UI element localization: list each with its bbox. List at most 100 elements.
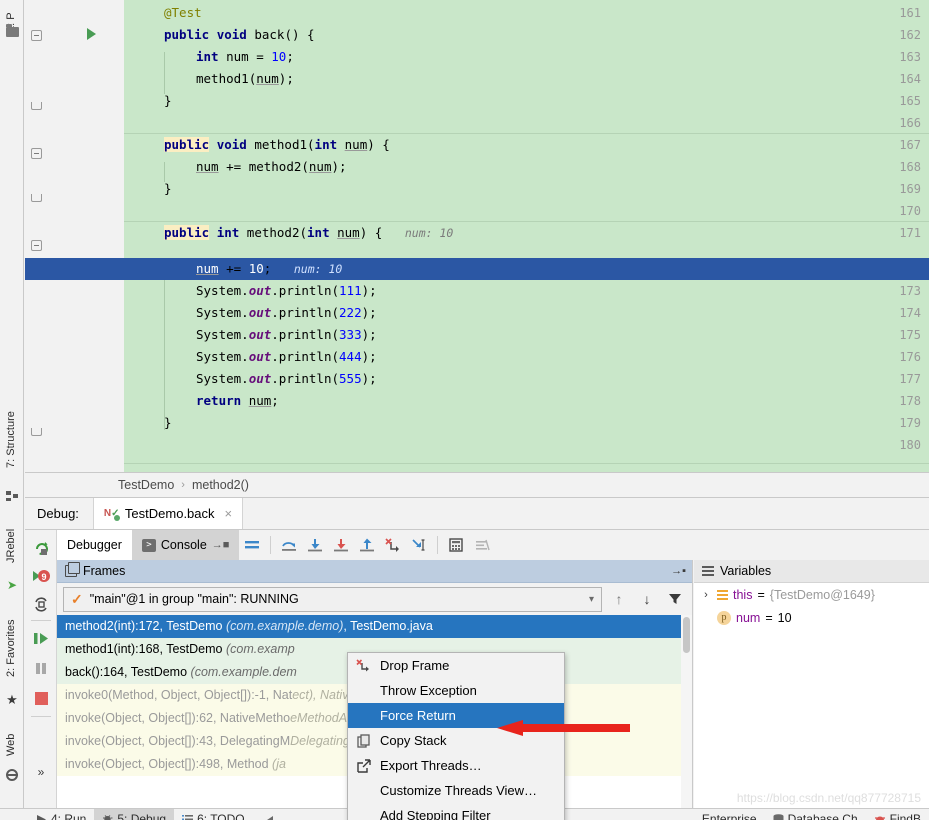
rerun-button[interactable] <box>29 536 53 560</box>
code-line[interactable]: method1(num); <box>196 68 929 90</box>
tab-debugger[interactable]: Debugger <box>57 530 132 560</box>
fold-marker[interactable] <box>31 30 42 41</box>
code-line[interactable]: public void method1(int num) { <box>164 134 929 156</box>
bottom-tab-todo[interactable]: 6: TODO <box>174 809 253 820</box>
thread-selector-value: "main"@1 in group "main": RUNNING <box>89 592 299 606</box>
id-system: System <box>196 305 242 320</box>
bottom-tab-debug[interactable]: 5: Debug <box>94 809 175 820</box>
code-line[interactable]: System.out.println(333); <box>196 324 929 346</box>
variable-row-num[interactable]: p num = 10 <box>694 606 929 629</box>
pin-tab-icon[interactable]: →■ <box>212 539 230 551</box>
frame-down-button[interactable]: ↓ <box>636 588 658 610</box>
code-line[interactable]: return num; <box>196 390 929 412</box>
bottom-tab-terminal[interactable] <box>253 809 282 820</box>
frame-file: , TestDemo.java <box>343 619 433 633</box>
restart-button[interactable] <box>29 592 53 616</box>
lit-111: 111 <box>339 283 362 298</box>
frames-scrollbar[interactable] <box>681 615 692 809</box>
bottom-tab-enterprise[interactable]: Enterprise <box>694 809 765 820</box>
code-line[interactable]: num += method2(num); <box>196 156 929 178</box>
editor-fold-column[interactable] <box>99 0 124 472</box>
sidebar-item-jrebel[interactable]: JRebel <box>0 520 23 572</box>
id-method1: method1 <box>254 137 308 152</box>
svg-text:9: 9 <box>41 572 46 582</box>
drop-frame-button[interactable] <box>380 532 406 558</box>
force-step-into-button[interactable] <box>328 532 354 558</box>
breadcrumb-class[interactable]: TestDemo <box>118 478 174 492</box>
lit-222: 222 <box>339 305 362 320</box>
structure-icon[interactable] <box>4 489 20 503</box>
fold-marker[interactable] <box>31 148 42 159</box>
resume-program-button[interactable] <box>29 626 53 650</box>
menu-item-customize-threads-view[interactable]: Customize Threads View… <box>348 778 564 803</box>
frame-package: (ja <box>272 757 286 771</box>
breadcrumb-method[interactable]: method2() <box>192 478 249 492</box>
code-line-current[interactable]: num += 10; num: 10 <box>25 258 929 280</box>
thread-selector[interactable]: ✓ "main"@1 in group "main": RUNNING ▾ <box>63 586 602 612</box>
frame-up-button[interactable]: ↑ <box>608 588 630 610</box>
close-icon[interactable]: × <box>225 506 233 521</box>
stop-button[interactable] <box>29 686 53 710</box>
expander-icon[interactable]: › <box>700 589 712 601</box>
sidebar-item-favorites[interactable]: 2: Favorites <box>0 610 23 686</box>
evaluate-expression-button[interactable] <box>443 532 469 558</box>
code-line[interactable]: } <box>164 178 929 200</box>
code-line[interactable]: int num = 10; <box>196 46 929 68</box>
chevron-down-icon[interactable]: ▾ <box>589 594 594 605</box>
id-system: System <box>196 371 242 386</box>
sidebar-item-structure[interactable]: 7: Structure <box>0 400 23 480</box>
lit-555: 555 <box>339 371 362 386</box>
variable-row-this[interactable]: › this = {TestDemo@1649} <box>694 583 929 606</box>
show-execution-point-button[interactable] <box>239 532 265 558</box>
step-over-button[interactable] <box>276 532 302 558</box>
bottom-tab-run[interactable]: 4: Run <box>28 809 94 820</box>
table-row[interactable]: method2(int):172, TestDemo (com.example.… <box>57 615 692 638</box>
menu-item-add-stepping-filter[interactable]: Add Stepping Filter <box>348 803 564 820</box>
editor-gutter[interactable] <box>25 0 99 472</box>
fold-marker-end[interactable] <box>31 428 42 436</box>
code-line[interactable]: public int method2(int num) { num: 10 <box>164 222 929 244</box>
breadcrumb[interactable]: TestDemo › method2() <box>25 472 929 497</box>
menu-item-label: Customize Threads View… <box>380 783 538 798</box>
sidebar-item-web-label: Web <box>5 733 17 757</box>
run-to-cursor-button[interactable] <box>406 532 432 558</box>
code-line[interactable]: } <box>164 412 929 434</box>
fold-marker-end[interactable] <box>31 102 42 110</box>
tab-console[interactable]: > Console →■ <box>131 530 240 560</box>
filter-frames-button[interactable] <box>664 588 686 610</box>
mute-breakpoints-button[interactable]: 9 <box>29 564 53 588</box>
fold-marker[interactable] <box>31 240 42 251</box>
bottom-tab-findbugs[interactable]: FindB <box>866 809 929 820</box>
code-line[interactable]: } <box>164 90 929 112</box>
project-folder-icon[interactable] <box>4 24 20 39</box>
run-test-gutter-icon[interactable] <box>87 28 96 40</box>
id-out: out <box>248 283 272 298</box>
more-tools-button[interactable]: » <box>29 760 53 784</box>
bottom-tab-enterprise-label: Enterprise <box>701 812 757 820</box>
menu-item-throw-exception[interactable]: Throw Exception <box>348 678 564 703</box>
code-line[interactable]: @Test <box>164 2 929 24</box>
menu-item-export-threads[interactable]: Export Threads… <box>348 753 564 778</box>
step-into-button[interactable] <box>302 532 328 558</box>
pin-pane-icon[interactable]: →▪ <box>671 565 686 577</box>
pause-program-button[interactable] <box>29 656 53 680</box>
sidebar-item-web[interactable]: Web <box>0 728 23 762</box>
id-println: println <box>278 371 332 386</box>
menu-item-drop-frame[interactable]: Drop Frame <box>348 653 564 678</box>
step-out-button[interactable] <box>354 532 380 558</box>
jrebel-icon[interactable]: ➤ <box>4 578 20 592</box>
mute-breakpoints-toggle[interactable] <box>469 532 495 558</box>
code-line[interactable]: System.out.println(444); <box>196 346 929 368</box>
bottom-tab-database[interactable]: Database Ch <box>765 809 866 820</box>
code-line[interactable]: System.out.println(555); <box>196 368 929 390</box>
code-line[interactable]: System.out.println(111); <box>196 280 929 302</box>
code-line[interactable]: public void back() { <box>164 24 929 46</box>
code-editor[interactable]: 161 162 163 164 165 166 167 168 169 170 … <box>25 0 929 472</box>
fold-marker-end[interactable] <box>31 194 42 202</box>
id-num: num <box>196 159 219 174</box>
web-globe-icon[interactable] <box>4 768 20 782</box>
star-icon[interactable]: ★ <box>4 692 20 706</box>
debug-session-tab[interactable]: N✓ TestDemo.back × <box>92 497 244 530</box>
code-line[interactable]: System.out.println(222); <box>196 302 929 324</box>
line-number: 180 <box>899 438 921 452</box>
